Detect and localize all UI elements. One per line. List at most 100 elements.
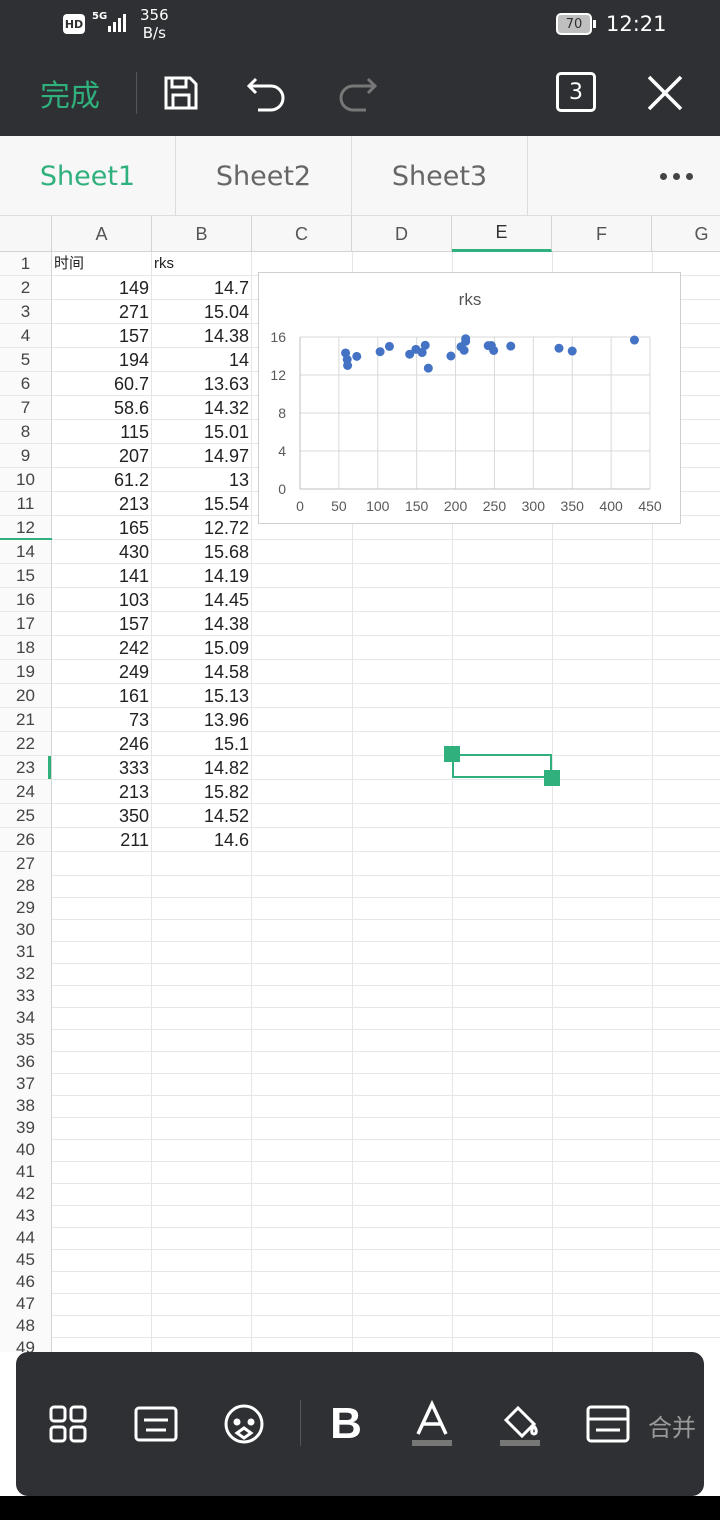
row-number[interactable]: 41: [0, 1160, 52, 1183]
row-number[interactable]: 12: [0, 516, 52, 539]
row-number[interactable]: 10: [0, 468, 52, 491]
cell-a[interactable]: [52, 962, 152, 985]
row-number[interactable]: 11: [0, 492, 52, 515]
cell-b[interactable]: [152, 1072, 252, 1095]
cell-a[interactable]: 73: [52, 708, 152, 731]
cell-b[interactable]: [152, 984, 252, 1007]
cell-b[interactable]: 14.38: [152, 324, 252, 347]
corner-cell[interactable]: [0, 216, 52, 252]
smart-assistant-icon[interactable]: [220, 1400, 268, 1448]
keyboard-icon[interactable]: [132, 1400, 180, 1448]
row-number[interactable]: 30: [0, 918, 52, 941]
cell-b[interactable]: [152, 1138, 252, 1161]
cell-a[interactable]: [52, 1204, 152, 1227]
cell-b[interactable]: 15.82: [152, 780, 252, 803]
cell-b[interactable]: 15.01: [152, 420, 252, 443]
cell-b[interactable]: 14.7: [152, 276, 252, 299]
cell-b[interactable]: [152, 1336, 252, 1352]
cell-b[interactable]: 15.1: [152, 732, 252, 755]
scatter-chart[interactable]: rks 0 50 100 150 200 250 300 350 400 450 0 4 8 12 16: [258, 272, 681, 524]
cell-a[interactable]: 271: [52, 300, 152, 323]
done-button[interactable]: 完成: [30, 70, 110, 116]
row-number[interactable]: 42: [0, 1182, 52, 1205]
row-number[interactable]: 31: [0, 940, 52, 963]
row-number[interactable]: 19: [0, 660, 52, 683]
more-tabs-button[interactable]: [632, 136, 720, 216]
row-number[interactable]: 24: [0, 780, 52, 803]
cell-a[interactable]: 213: [52, 492, 152, 515]
col-header-c[interactable]: C: [252, 216, 352, 252]
row-number[interactable]: 14: [0, 540, 52, 563]
row-number[interactable]: 40: [0, 1138, 52, 1161]
cell-a[interactable]: [52, 1028, 152, 1051]
cell-a[interactable]: [52, 1248, 152, 1271]
cell-b[interactable]: [152, 1028, 252, 1051]
cell-b[interactable]: 14.38: [152, 612, 252, 635]
row-number[interactable]: 4: [0, 324, 52, 347]
cell-b[interactable]: [152, 1116, 252, 1139]
row-number[interactable]: 17: [0, 612, 52, 635]
row-number[interactable]: 6: [0, 372, 52, 395]
cell-a[interactable]: [52, 1138, 152, 1161]
row-number[interactable]: 22: [0, 732, 52, 755]
font-color-icon[interactable]: [408, 1400, 456, 1448]
cell-b[interactable]: [152, 940, 252, 963]
selection-handle-end[interactable]: [544, 770, 560, 786]
row-number[interactable]: 48: [0, 1314, 52, 1337]
tab-sheet2[interactable]: Sheet2: [176, 136, 352, 216]
cell-a[interactable]: 333: [52, 756, 152, 779]
redo-icon[interactable]: [334, 70, 380, 116]
cell-border-icon[interactable]: [584, 1400, 632, 1448]
cell-b[interactable]: 12.72: [152, 516, 252, 539]
cell-b[interactable]: [152, 1226, 252, 1249]
cell-a[interactable]: [52, 1270, 152, 1293]
row-number[interactable]: 34: [0, 1006, 52, 1029]
col-header-b[interactable]: B: [152, 216, 252, 252]
col-header-a[interactable]: A: [52, 216, 152, 252]
spreadsheet-grid[interactable]: A B C D E F G 1 时间 rks 2 149 14.7 3 271 15.04 4 15…: [0, 216, 720, 1352]
cell-a[interactable]: 103: [52, 588, 152, 611]
row-number[interactable]: 16: [0, 588, 52, 611]
cell-a[interactable]: [52, 918, 152, 941]
cell-a[interactable]: 58.6: [52, 396, 152, 419]
cell-b[interactable]: [152, 896, 252, 919]
cell-a[interactable]: 213: [52, 780, 152, 803]
row-number[interactable]: 46: [0, 1270, 52, 1293]
row-number[interactable]: 8: [0, 420, 52, 443]
cell-a[interactable]: 165: [52, 516, 152, 539]
row-number[interactable]: 21: [0, 708, 52, 731]
cell-a[interactable]: 350: [52, 804, 152, 827]
cell-a[interactable]: 161: [52, 684, 152, 707]
cell-b[interactable]: 14.52: [152, 804, 252, 827]
row-number[interactable]: 23: [0, 756, 52, 779]
cell-b[interactable]: 13.63: [152, 372, 252, 395]
cell-a[interactable]: [52, 874, 152, 897]
row-number[interactable]: 18: [0, 636, 52, 659]
row-number[interactable]: 28: [0, 874, 52, 897]
cell-b[interactable]: 14.58: [152, 660, 252, 683]
cell-b[interactable]: [152, 1050, 252, 1073]
cell-a[interactable]: [52, 1116, 152, 1139]
row-number[interactable]: 35: [0, 1028, 52, 1051]
cell-a[interactable]: [52, 940, 152, 963]
cell-b[interactable]: [152, 1270, 252, 1293]
cell-b[interactable]: 15.54: [152, 492, 252, 515]
cell-b[interactable]: 15.68: [152, 540, 252, 563]
cell-a[interactable]: 157: [52, 612, 152, 635]
cell-a[interactable]: [52, 1336, 152, 1352]
cell-b[interactable]: [152, 1094, 252, 1117]
cell-b[interactable]: 15.09: [152, 636, 252, 659]
save-icon[interactable]: [158, 70, 204, 116]
cell-a[interactable]: 61.2: [52, 468, 152, 491]
undo-icon[interactable]: [244, 70, 290, 116]
cell-a[interactable]: [52, 1182, 152, 1205]
row-number[interactable]: 25: [0, 804, 52, 827]
row-number[interactable]: 5: [0, 348, 52, 371]
row-number[interactable]: 29: [0, 896, 52, 919]
row-number[interactable]: 1: [0, 252, 52, 275]
cell-a[interactable]: [52, 1226, 152, 1249]
cell-a[interactable]: 430: [52, 540, 152, 563]
row-number[interactable]: 45: [0, 1248, 52, 1271]
cell-a[interactable]: 149: [52, 276, 152, 299]
cell-b[interactable]: 15.13: [152, 684, 252, 707]
